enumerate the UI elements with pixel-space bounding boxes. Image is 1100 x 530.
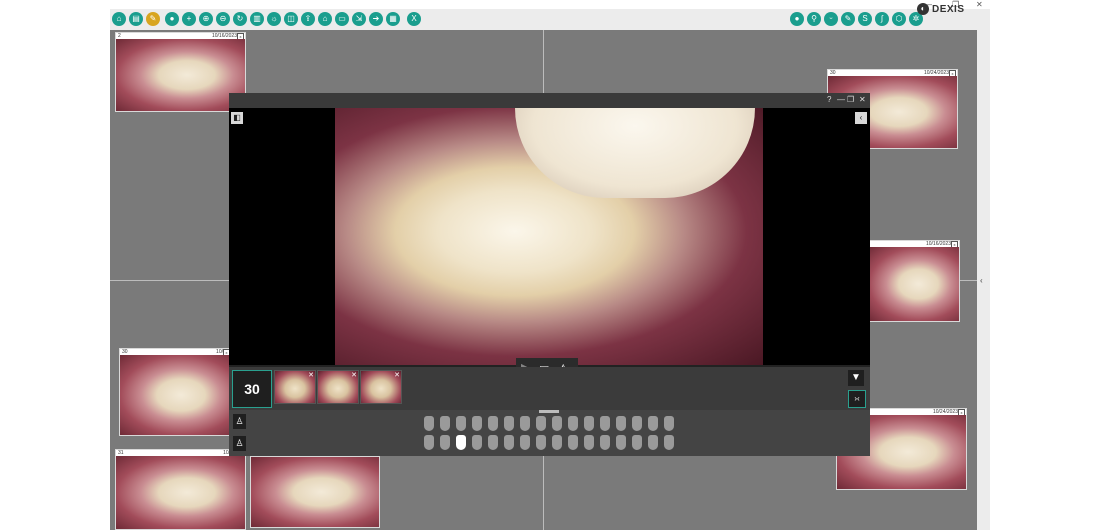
tooth-chart: ♙ ♙ (229, 410, 870, 456)
send-icon[interactable]: ➔ (369, 12, 383, 26)
tooth[interactable] (456, 435, 466, 450)
teeth-icon[interactable]: ᵕ (824, 12, 838, 26)
close-icon[interactable]: ✕ (394, 371, 400, 379)
tooth[interactable] (664, 435, 674, 450)
tooth[interactable] (536, 435, 546, 450)
image-thumbnail[interactable] (250, 456, 380, 528)
crosshair-icon[interactable]: + (182, 12, 196, 26)
intraoral-photo (116, 456, 245, 529)
filter-icon[interactable]: ▼ (848, 370, 864, 386)
tooth[interactable] (584, 416, 594, 431)
image-strip: 30 ✕ ✕ ✕ ▼ ›‹ (229, 367, 870, 410)
tooth[interactable] (616, 416, 626, 431)
export-icon[interactable]: ⇪ (301, 12, 315, 26)
tooth[interactable] (568, 435, 578, 450)
intraoral-photo (869, 247, 959, 321)
pencil-icon[interactable]: ✎ (146, 12, 160, 26)
strip-thumbnail[interactable]: ✕ (317, 370, 359, 404)
strip-thumbnail[interactable]: ✕ (274, 370, 316, 404)
image-display: ◧ ‹ ▶ ▭ ◭ (229, 108, 870, 378)
zoom-in-icon[interactable]: ⊕ (199, 12, 213, 26)
tooth[interactable] (568, 416, 578, 431)
image-count: 30 (232, 370, 272, 408)
tooth[interactable] (584, 435, 594, 450)
image-thumbnail[interactable]: 30 10/x (119, 348, 232, 436)
viewer-restore-button[interactable]: ❐ (847, 95, 854, 104)
probe-icon[interactable]: ⚲ (807, 12, 821, 26)
viewer-close-button[interactable]: ✕ (859, 95, 866, 104)
tooth[interactable] (504, 435, 514, 450)
folder-icon[interactable]: ▭ (335, 12, 349, 26)
tooth[interactable] (440, 435, 450, 450)
intraoral-photo (116, 39, 245, 111)
adjacent-tooth (515, 108, 755, 198)
intraoral-photo (120, 355, 231, 435)
rotate-icon[interactable]: ↻ (233, 12, 247, 26)
tooth[interactable] (472, 435, 482, 450)
tooth[interactable] (472, 416, 482, 431)
tooth[interactable] (648, 435, 658, 450)
right-panel-strip[interactable]: ‹ (977, 30, 990, 530)
tooth[interactable] (552, 416, 562, 431)
printer-icon[interactable]: ▤ (129, 12, 143, 26)
next-panel-chevron-icon[interactable]: ‹ (855, 112, 867, 124)
image-viewer-window: ? — ❐ ✕ ◧ ‹ ▶ ▭ ◭ 30 ✕ ✕ ✕ ▼ ›‹ ♙ ♙ (229, 93, 870, 456)
document-icon[interactable]: ▥ (250, 12, 264, 26)
tooth[interactable] (488, 416, 498, 431)
tooth-icon[interactable]: ⌂ (112, 12, 126, 26)
tooth[interactable] (440, 416, 450, 431)
close-window-button[interactable]: ✕ (976, 0, 983, 9)
s-icon[interactable]: S (858, 12, 872, 26)
print-icon[interactable]: ▦ (386, 12, 400, 26)
resize-handle[interactable] (539, 410, 559, 413)
tooth[interactable] (632, 435, 642, 450)
tooth[interactable] (456, 416, 466, 431)
main-toolbar: ⌂ ▤ ✎ ● + ⊕ ⊖ ↻ ▥ ☼ ◫ ⇪ ⌂ ▭ ⇲ ➔ ▦ X ● ⚲ … (110, 9, 990, 31)
strip-thumbnail[interactable]: ✕ (360, 370, 402, 404)
person-upper-icon[interactable]: ♙ (233, 414, 246, 429)
tooth[interactable] (536, 416, 546, 431)
tooth[interactable] (424, 435, 434, 450)
pen-icon[interactable]: ✎ (841, 12, 855, 26)
curve-icon[interactable]: ∫ (875, 12, 889, 26)
panel-toggle-icon[interactable]: ◧ (231, 112, 243, 124)
tooth[interactable] (520, 416, 530, 431)
collapse-chevron-icon[interactable]: ‹ (980, 276, 983, 285)
window-titlebar: — ❐ ✕ (110, 0, 990, 9)
tooth[interactable] (552, 435, 562, 450)
help-button[interactable]: ? (827, 95, 831, 104)
tooth[interactable] (520, 435, 530, 450)
swap-arrows-icon[interactable]: ›‹ (848, 390, 866, 408)
tooth[interactable] (632, 416, 642, 431)
tooth-select-icon[interactable]: ⬡ (892, 12, 906, 26)
close-icon[interactable]: ✕ (308, 371, 314, 379)
image-thumbnail[interactable]: 3110/16/x (115, 449, 246, 530)
import-icon[interactable]: ⇲ (352, 12, 366, 26)
home-icon[interactable]: ⌂ (318, 12, 332, 26)
zoom-out-icon[interactable]: ⊖ (216, 12, 230, 26)
dexis-logo: DEXIS (932, 4, 965, 15)
tooth[interactable] (600, 416, 610, 431)
person-lower-icon[interactable]: ♙ (233, 436, 246, 451)
viewer-titlebar[interactable]: ? — ❐ ✕ (229, 93, 870, 108)
compare-icon[interactable]: ◫ (284, 12, 298, 26)
viewer-minimize-button[interactable]: — (837, 95, 845, 104)
camera-icon[interactable]: ● (165, 12, 179, 26)
brightness-icon[interactable]: ☼ (267, 12, 281, 26)
tooth[interactable] (648, 416, 658, 431)
tooth[interactable] (664, 416, 674, 431)
circle-icon[interactable]: ● (790, 12, 804, 26)
close-x-icon[interactable]: X (407, 12, 421, 26)
image-thumbnail[interactable]: 10/16/2023 x (868, 240, 960, 322)
dexis-logo-icon: ◐ (917, 3, 929, 15)
image-thumbnail[interactable]: 2 10/16/2023 x (115, 32, 246, 112)
tooth[interactable] (600, 435, 610, 450)
tooth[interactable] (424, 416, 434, 431)
tooth[interactable] (488, 435, 498, 450)
tooth[interactable] (616, 435, 626, 450)
selected-tooth-photo (335, 108, 763, 365)
close-icon[interactable]: ✕ (351, 371, 357, 379)
intraoral-photo (251, 457, 379, 527)
tooth[interactable] (504, 416, 514, 431)
